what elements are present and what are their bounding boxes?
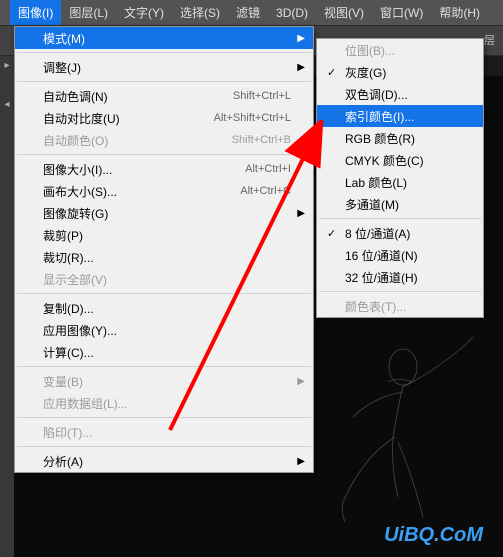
menu-label: 索引颜色(I)... xyxy=(345,108,414,125)
menu-label: 应用图像(Y)... xyxy=(43,322,117,339)
menu-label: 灰度(G) xyxy=(345,64,386,81)
menu-image-size[interactable]: 图像大小(I)... Alt+Ctrl+I xyxy=(15,158,313,180)
menu-label: 画布大小(S)... xyxy=(43,183,117,200)
separator xyxy=(319,291,481,292)
menu-text[interactable]: 文字(Y) xyxy=(116,0,172,25)
separator xyxy=(17,293,311,294)
separator xyxy=(17,52,311,53)
menu-canvas-size[interactable]: 画布大小(S)... Alt+Ctrl+C xyxy=(15,180,313,202)
mode-lab[interactable]: Lab 颜色(L) xyxy=(317,171,483,193)
menu-trim[interactable]: 裁切(R)... xyxy=(15,246,313,268)
menu-label: 16 位/通道(N) xyxy=(345,247,418,264)
menu-label: 裁剪(P) xyxy=(43,227,83,244)
left-panel: ▸ ◂ xyxy=(0,56,14,557)
check-icon: ✓ xyxy=(327,66,336,79)
menu-apply-image[interactable]: 应用图像(Y)... xyxy=(15,319,313,341)
menu-select[interactable]: 选择(S) xyxy=(172,0,228,25)
separator xyxy=(17,366,311,367)
mode-multichannel[interactable]: 多通道(M) xyxy=(317,193,483,215)
menu-image-rotation[interactable]: 图像旋转(G) ▶ xyxy=(15,202,313,224)
menu-duplicate[interactable]: 复制(D)... xyxy=(15,297,313,319)
separator xyxy=(17,446,311,447)
menu-label: 32 位/通道(H) xyxy=(345,269,418,286)
shortcut: Shift+Ctrl+L xyxy=(233,90,291,102)
shortcut: Alt+Ctrl+I xyxy=(245,163,291,175)
separator xyxy=(17,81,311,82)
menu-calculations[interactable]: 计算(C)... xyxy=(15,341,313,363)
menu-view[interactable]: 视图(V) xyxy=(316,0,372,25)
menu-label: 调整(J) xyxy=(43,59,81,76)
check-icon: ✓ xyxy=(327,227,336,240)
mode-grayscale[interactable]: ✓ 灰度(G) xyxy=(317,61,483,83)
separator xyxy=(319,218,481,219)
menu-label: CMYK 颜色(C) xyxy=(345,152,424,169)
menu-adjustments[interactable]: 调整(J) ▶ xyxy=(15,56,313,78)
menu-filter[interactable]: 滤镜 xyxy=(228,0,268,25)
menu-label: 应用数据组(L)... xyxy=(43,395,128,412)
menu-label: 计算(C)... xyxy=(43,344,94,361)
menu-label: 陷印(T)... xyxy=(43,424,92,441)
chevron-right-icon: ▶ xyxy=(297,376,305,387)
menubar: 图像(I) 图层(L) 文字(Y) 选择(S) 滤镜 3D(D) 视图(V) 窗… xyxy=(0,0,503,26)
menu-label: 多通道(M) xyxy=(345,196,399,213)
menu-apply-dataset: 应用数据组(L)... xyxy=(15,392,313,414)
menu-label: 图像旋转(G) xyxy=(43,205,108,222)
watermark: UiBQ.CoM xyxy=(384,524,483,547)
menu-label: 双色调(D)... xyxy=(345,86,408,103)
menu-crop[interactable]: 裁剪(P) xyxy=(15,224,313,246)
menu-label: 裁切(R)... xyxy=(43,249,94,266)
image-menu: 模式(M) ▶ 调整(J) ▶ 自动色调(N) Shift+Ctrl+L 自动对… xyxy=(14,26,314,473)
mode-16bit[interactable]: 16 位/通道(N) xyxy=(317,244,483,266)
chevron-right-icon: ▶ xyxy=(297,208,305,219)
menu-help[interactable]: 帮助(H) xyxy=(431,0,488,25)
menu-mode[interactable]: 模式(M) ▶ xyxy=(15,27,313,49)
mode-cmyk[interactable]: CMYK 颜色(C) xyxy=(317,149,483,171)
separator xyxy=(17,417,311,418)
chevron-right-icon: ▶ xyxy=(297,456,305,467)
shortcut: Shift+Ctrl+B xyxy=(232,134,291,146)
chevron-right-icon: ▶ xyxy=(297,33,305,44)
menu-auto-color: 自动颜色(O) Shift+Ctrl+B xyxy=(15,129,313,151)
mode-submenu: 位图(B)... ✓ 灰度(G) 双色调(D)... 索引颜色(I)... RG… xyxy=(316,38,484,318)
canvas-image xyxy=(303,327,483,527)
tab-icon[interactable]: ▸ xyxy=(0,56,14,75)
mode-32bit[interactable]: 32 位/通道(H) xyxy=(317,266,483,288)
menu-analysis[interactable]: 分析(A) ▶ xyxy=(15,450,313,472)
menu-reveal-all: 显示全部(V) xyxy=(15,268,313,290)
menu-label: 显示全部(V) xyxy=(43,271,107,288)
mode-8bit[interactable]: ✓ 8 位/通道(A) xyxy=(317,222,483,244)
menu-label: RGB 颜色(R) xyxy=(345,130,415,147)
menu-variables: 变量(B) ▶ xyxy=(15,370,313,392)
mode-colortable: 颜色表(T)... xyxy=(317,295,483,317)
menu-label: 位图(B)... xyxy=(345,42,395,59)
menu-image[interactable]: 图像(I) xyxy=(10,0,61,25)
menu-label: 自动色调(N) xyxy=(43,88,108,105)
chevron-right-icon: ▶ xyxy=(297,62,305,73)
menu-label: 图像大小(I)... xyxy=(43,161,112,178)
menu-label: 8 位/通道(A) xyxy=(345,225,410,242)
menu-window[interactable]: 窗口(W) xyxy=(372,0,431,25)
menu-label: 分析(A) xyxy=(43,453,83,470)
mode-indexed-color[interactable]: 索引颜色(I)... xyxy=(317,105,483,127)
menu-label: 自动颜色(O) xyxy=(43,132,108,149)
menu-layer[interactable]: 图层(L) xyxy=(61,0,116,25)
shortcut: Alt+Ctrl+C xyxy=(240,185,291,197)
menu-label: 自动对比度(U) xyxy=(43,110,120,127)
toolbar-text: 层 xyxy=(484,32,495,48)
menu-label: 颜色表(T)... xyxy=(345,298,406,315)
menu-label: 模式(M) xyxy=(43,30,85,47)
mode-rgb[interactable]: RGB 颜色(R) xyxy=(317,127,483,149)
menu-label: 复制(D)... xyxy=(43,300,94,317)
menu-auto-tone[interactable]: 自动色调(N) Shift+Ctrl+L xyxy=(15,85,313,107)
tab-icon[interactable]: ◂ xyxy=(0,95,14,114)
menu-trap: 陷印(T)... xyxy=(15,421,313,443)
mode-bitmap: 位图(B)... xyxy=(317,39,483,61)
mode-duotone[interactable]: 双色调(D)... xyxy=(317,83,483,105)
shortcut: Alt+Shift+Ctrl+L xyxy=(214,112,291,124)
separator xyxy=(17,154,311,155)
menu-label: Lab 颜色(L) xyxy=(345,174,407,191)
menu-auto-contrast[interactable]: 自动对比度(U) Alt+Shift+Ctrl+L xyxy=(15,107,313,129)
menu-3d[interactable]: 3D(D) xyxy=(268,2,316,24)
menu-label: 变量(B) xyxy=(43,373,83,390)
